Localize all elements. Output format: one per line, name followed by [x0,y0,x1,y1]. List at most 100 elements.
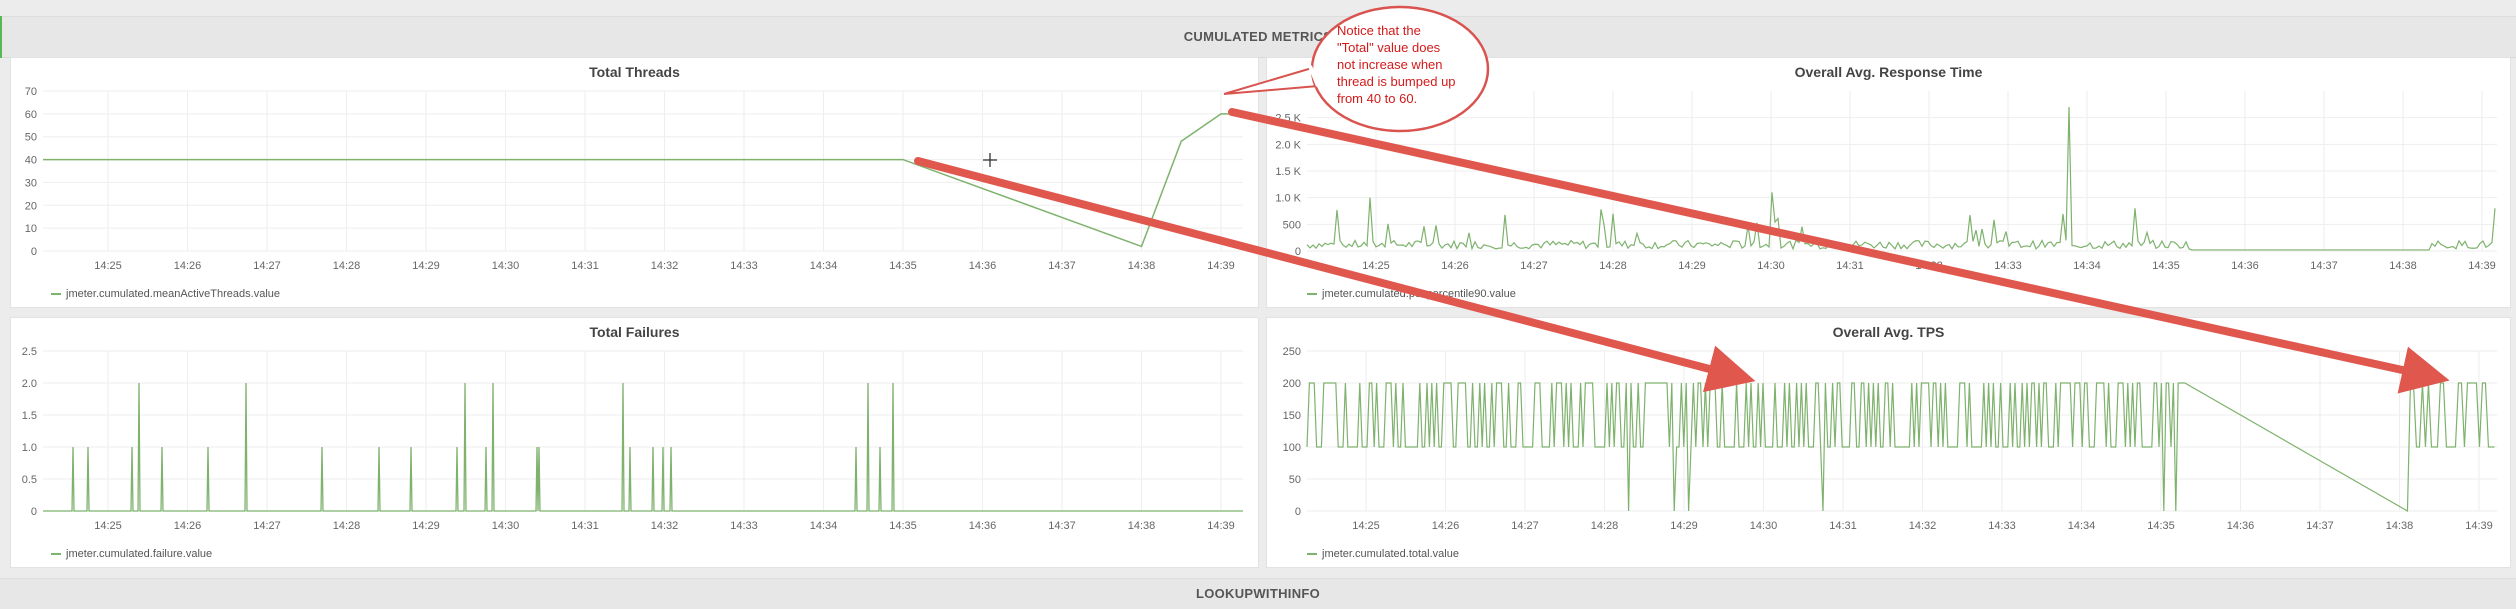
panel-avg-tps[interactable]: Overall Avg. TPS 0 50 100 150 200 250 14:25 14:… [1266,317,2511,568]
y-tick-label: 500 [1283,219,1301,231]
y-tick-label: 250 [1283,346,1301,358]
x-tick-label: 14:26 [174,520,202,532]
y-tick-label: 60 [25,109,37,121]
x-tick-label: 14:31 [571,260,599,272]
section-header-cumulated-metrics[interactable]: CUMULATED METRICS [0,16,2516,58]
y-tick-label: 2.0 [22,378,37,390]
x-tick-label: 14:25 [94,520,122,532]
x-tick-label: 14:35 [889,520,917,532]
x-tick-label: 14:36 [2231,260,2259,272]
y-tick-label: 1.5 K [1275,166,1301,178]
x-tick-label: 14:34 [2068,520,2096,532]
legend-item[interactable]: jmeter.cumulated.failure.value [51,548,212,560]
x-tick-label: 14:32 [1915,260,1943,272]
y-tick-label: 30 [25,177,37,189]
x-tick-label: 14:39 [2465,520,2493,532]
y-tick-label: 10 [25,223,37,235]
y-tick-label: 2.0 K [1275,139,1301,151]
legend-swatch [51,293,61,296]
series-line [43,113,1253,248]
x-tick-label: 14:29 [412,260,440,272]
x-tick-label: 14:38 [1128,520,1156,532]
x-tick-label: 14:26 [174,260,202,272]
x-tick-label: 14:28 [333,260,361,272]
y-tick-label: 0.5 [22,474,37,486]
x-tick-label: 14:39 [1207,260,1235,272]
y-tick-label: 0 [31,506,37,518]
legend-item[interactable]: jmeter.cumulated.pct.percentile90.value [1307,288,1516,300]
x-tick-label: 14:34 [810,520,838,532]
x-tick-label: 14:33 [730,520,758,532]
y-tick-label: 20 [25,200,37,212]
x-tick-label: 14:32 [651,520,679,532]
y-tick-label: 100 [1283,442,1301,454]
tps-chart: 0 50 100 150 200 250 14:25 14:26 14:27 14:28 14:29… [1283,346,2497,532]
y-tick-label: 70 [25,86,37,98]
x-tick-label: 14:29 [412,520,440,532]
legend-label: jmeter.cumulated.failure.value [66,548,213,560]
x-tick-label: 14:38 [2389,260,2417,272]
x-tick-label: 14:29 [1670,520,1698,532]
panel-total-failures[interactable]: Total Failures 0 0.5 1.0 1.5 2.0 2.5 14:25 14:2… [10,317,1259,568]
x-tick-label: 14:27 [1511,520,1539,532]
x-tick-label: 14:26 [1441,260,1469,272]
section-header-lookupwithinfo[interactable]: LOOKUPWITHINFO [0,578,2516,609]
y-tick-label: 40 [25,155,37,167]
legend-item[interactable]: jmeter.cumulated.total.value [1307,548,1459,560]
x-tick-label: 14:32 [1909,520,1937,532]
x-tick-label: 14:31 [571,520,599,532]
x-tick-label: 14:38 [1128,260,1156,272]
x-tick-label: 14:30 [492,520,520,532]
x-tick-label: 14:32 [651,260,679,272]
y-tick-label: 0 [1295,506,1301,518]
x-tick-label: 14:25 [94,260,122,272]
x-tick-label: 14:27 [253,260,281,272]
x-tick-label: 14:33 [1994,260,2022,272]
x-tick-label: 14:25 [1362,260,1390,272]
total-threads-chart: 0 10 20 30 40 50 60 70 14:25 14:26 14:27 14:28 14:29… [25,86,1253,272]
x-tick-label: 14:39 [2468,260,2496,272]
x-tick-label: 14:37 [2310,260,2338,272]
x-tick-label: 14:35 [889,260,917,272]
x-tick-label: 14:36 [969,260,997,272]
x-tick-label: 14:30 [492,260,520,272]
x-tick-label: 14:30 [1757,260,1785,272]
x-tick-label: 14:30 [1750,520,1778,532]
y-tick-label: 1.0 [22,442,37,454]
legend-item[interactable]: jmeter.cumulated.meanActiveThreads.value [51,288,280,300]
legend-label: jmeter.cumulated.meanActiveThreads.value [66,288,280,300]
row-accent-bar [0,16,2,58]
y-tick-label: 1.0 K [1275,193,1301,205]
y-tick-label: 200 [1283,378,1301,390]
x-tick-label: 14:33 [730,260,758,272]
y-tick-label: 50 [25,132,37,144]
x-tick-label: 14:37 [1048,260,1076,272]
x-tick-label: 14:28 [1591,520,1619,532]
y-tick-label: 1.5 [22,410,37,422]
y-tick-label: 0 [1295,246,1301,258]
legend-swatch [51,553,61,556]
x-tick-label: 14:35 [2147,520,2175,532]
callout-text: Notice that the "Total" value does not i… [1337,23,1456,106]
x-tick-label: 14:35 [2152,260,2180,272]
legend-swatch [1307,293,1317,296]
y-tick-label: 2.5 [22,346,37,358]
legend-label: jmeter.cumulated.pct.percentile90.value [1322,288,1516,300]
legend-swatch [1307,553,1317,556]
x-tick-label: 14:29 [1678,260,1706,272]
x-tick-label: 14:27 [253,520,281,532]
x-tick-label: 14:25 [1352,520,1380,532]
x-tick-label: 14:39 [1207,520,1235,532]
x-tick-label: 14:33 [1988,520,2016,532]
x-tick-label: 14:34 [2073,260,2101,272]
series-line [1306,106,2496,251]
x-tick-label: 14:36 [969,520,997,532]
x-tick-label: 14:38 [2386,520,2414,532]
panel-total-threads[interactable]: Total Threads 0 10 20 30 40 50 60 70 14:25 14:26 1… [10,57,1259,308]
legend-label: jmeter.cumulated.total.value [1322,548,1459,560]
y-tick-label: 2.5 K [1275,113,1301,125]
total-failures-chart: 0 0.5 1.0 1.5 2.0 2.5 14:25 14:26 14:27 14:28 14:2… [22,346,1243,532]
x-tick-label: 14:37 [1048,520,1076,532]
x-tick-label: 14:34 [810,260,838,272]
x-tick-label: 14:31 [1836,260,1864,272]
